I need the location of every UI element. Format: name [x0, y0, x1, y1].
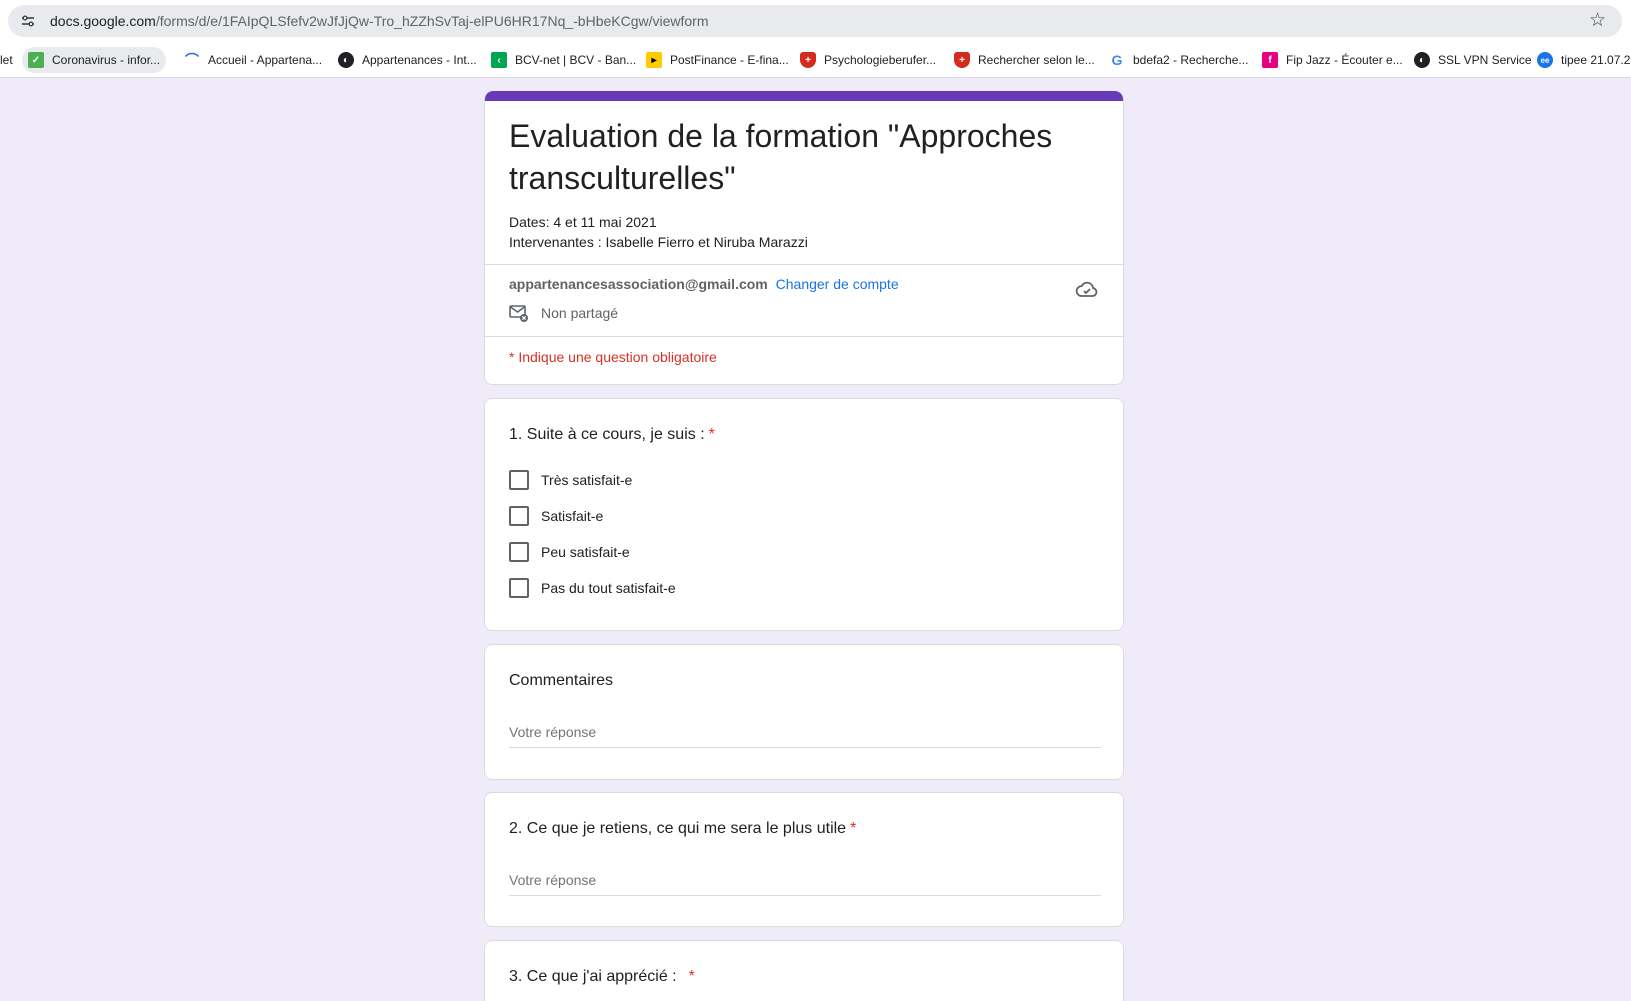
- bookmarks-bar: let ✓ Coronavirus - infor... ⌒ Accueil - A…: [0, 42, 1631, 78]
- address-bar[interactable]: docs.google.com/forms/d/e/1FAIpQLSfefv2w…: [8, 5, 1622, 37]
- url-path: /forms/d/e/1FAIpQLSfefv2wJfJjQw-Tro_hZZh…: [155, 13, 709, 29]
- ee-icon: ee: [1537, 52, 1553, 68]
- bcv-icon: ‹: [491, 52, 507, 68]
- form-description: Dates: 4 et 11 mai 2021 Intervenantes : …: [509, 212, 808, 252]
- bookmark-label: let: [0, 53, 13, 67]
- bookmark-label: Accueil - Appartena...: [208, 53, 323, 67]
- comments-card: Commentaires: [484, 644, 1124, 780]
- checkbox-option[interactable]: Très satisfait-e: [509, 470, 632, 490]
- bookmark-item[interactable]: let: [0, 47, 19, 73]
- url-text[interactable]: docs.google.com/forms/d/e/1FAIpQLSfefv2w…: [50, 13, 709, 29]
- mail-not-shared-icon: [509, 303, 529, 323]
- divider: [485, 264, 1123, 265]
- postfinance-icon: ▸: [646, 52, 662, 68]
- bookmark-item[interactable]: ⌒ Accueil - Appartena...: [178, 47, 328, 73]
- bookmark-label: bdefa2 - Recherche...: [1133, 53, 1249, 67]
- checkbox[interactable]: [509, 470, 529, 490]
- bookmark-label: PostFinance - E-fina...: [670, 53, 789, 67]
- option-label: Pas du tout satisfait-e: [541, 580, 676, 596]
- bookmark-item[interactable]: ◐ SSL VPN Service: [1408, 47, 1538, 73]
- account-email: appartenancesassociation@gmail.com: [509, 276, 768, 292]
- checkbox[interactable]: [509, 578, 529, 598]
- required-star: *: [688, 968, 695, 985]
- checkbox-option[interactable]: Pas du tout satisfait-e: [509, 578, 676, 598]
- bookmark-label: Appartenances - Int...: [362, 53, 477, 67]
- bookmark-star-icon[interactable]: ☆: [1589, 11, 1606, 31]
- bookmark-item[interactable]: ee tipee 21.07.2: [1531, 47, 1631, 73]
- not-shared-row: Non partagé: [509, 303, 618, 323]
- question-title: 2. Ce que je retiens, ce qui me sera le …: [509, 820, 856, 838]
- question-card-1: 1. Suite à ce cours, je suis : * Très sat…: [484, 398, 1124, 631]
- bookmark-item[interactable]: ▸ PostFinance - E-fina...: [640, 47, 795, 73]
- question-title-text: 3. Ce que j'ai apprécié :: [509, 968, 677, 985]
- browser-toolbar: docs.google.com/forms/d/e/1FAIpQLSfefv2w…: [0, 0, 1631, 42]
- site-info-icon[interactable]: [16, 9, 40, 33]
- header-accent-strip: [485, 91, 1123, 101]
- form-header-card: Evaluation de la formation "Approches tr…: [484, 91, 1124, 385]
- question-title: 3. Ce que j'ai apprécié : *: [509, 968, 695, 986]
- bookmark-label: Psychologieberufer...: [824, 53, 937, 67]
- bookmark-label: Rechercher selon le...: [978, 53, 1095, 67]
- shield-green-icon: ✓: [28, 52, 44, 68]
- form-dates: Dates: 4 et 11 mai 2021: [509, 214, 657, 230]
- question-title: Commentaires: [509, 672, 614, 689]
- question-card-2: 2. Ce que je retiens, ce qui me sera le …: [484, 792, 1124, 927]
- question-card-3: 3. Ce que j'ai apprécié : *: [484, 940, 1124, 1001]
- checkbox[interactable]: [509, 542, 529, 562]
- required-star: *: [850, 820, 857, 837]
- form-speakers: Intervenantes : Isabelle Fierro et Nirub…: [509, 234, 808, 250]
- swiss-shield-icon: +: [800, 52, 816, 68]
- question-title-text: 2. Ce que je retiens, ce qui me sera le …: [509, 820, 847, 837]
- required-note: * Indique une question obligatoire: [509, 349, 717, 365]
- not-shared-label: Non partagé: [541, 305, 619, 321]
- question-title-text: 1. Suite à ce cours, je suis :: [509, 426, 705, 443]
- globe-icon: ◐: [338, 52, 354, 68]
- required-star: *: [708, 426, 715, 443]
- google-icon: G: [1111, 52, 1123, 68]
- divider: [485, 336, 1123, 337]
- checkbox-option[interactable]: Satisfait-e: [509, 506, 603, 526]
- bookmark-item[interactable]: ‹ BCV-net | BCV - Ban...: [485, 47, 642, 73]
- switch-account-link[interactable]: Changer de compte: [776, 276, 899, 292]
- globe-icon: ◐: [1414, 52, 1430, 68]
- bookmark-label: BCV-net | BCV - Ban...: [515, 53, 637, 67]
- option-label: Très satisfait-e: [541, 472, 633, 488]
- fip-icon: f: [1262, 52, 1278, 68]
- bookmark-item[interactable]: ✓ Coronavirus - infor...: [22, 47, 167, 73]
- bookmark-item[interactable]: ◐ Appartenances - Int...: [332, 47, 483, 73]
- cloud-saved-icon: [1075, 277, 1099, 301]
- swiss-shield-icon: +: [954, 52, 970, 68]
- question-title: 1. Suite à ce cours, je suis : *: [509, 426, 715, 444]
- bookmark-label: tipee 21.07.2: [1561, 53, 1631, 67]
- option-label: Peu satisfait-e: [541, 544, 630, 560]
- checkbox-option[interactable]: Peu satisfait-e: [509, 542, 630, 562]
- bookmark-item[interactable]: + Rechercher selon le...: [948, 47, 1101, 73]
- checkbox[interactable]: [509, 506, 529, 526]
- q2-answer-input[interactable]: [509, 864, 1101, 896]
- url-host: docs.google.com: [50, 13, 156, 29]
- option-label: Satisfait-e: [541, 508, 604, 524]
- bookmark-item[interactable]: + Psychologieberufer...: [794, 47, 942, 73]
- form-title: Evaluation de la formation "Approches tr…: [509, 118, 1053, 196]
- comments-answer-input[interactable]: [509, 716, 1101, 748]
- bookmark-label: SSL VPN Service: [1438, 53, 1532, 67]
- bookmark-item[interactable]: f Fip Jazz - Écouter e...: [1256, 47, 1409, 73]
- bookmark-label: Coronavirus - infor...: [52, 53, 161, 67]
- wave-icon: ⌒: [185, 52, 199, 68]
- bookmark-item[interactable]: Gbdefa2 - Recherche...: [1103, 47, 1254, 73]
- bookmark-label: Fip Jazz - Écouter e...: [1286, 53, 1403, 67]
- account-row: appartenancesassociation@gmail.com Chang…: [509, 276, 899, 292]
